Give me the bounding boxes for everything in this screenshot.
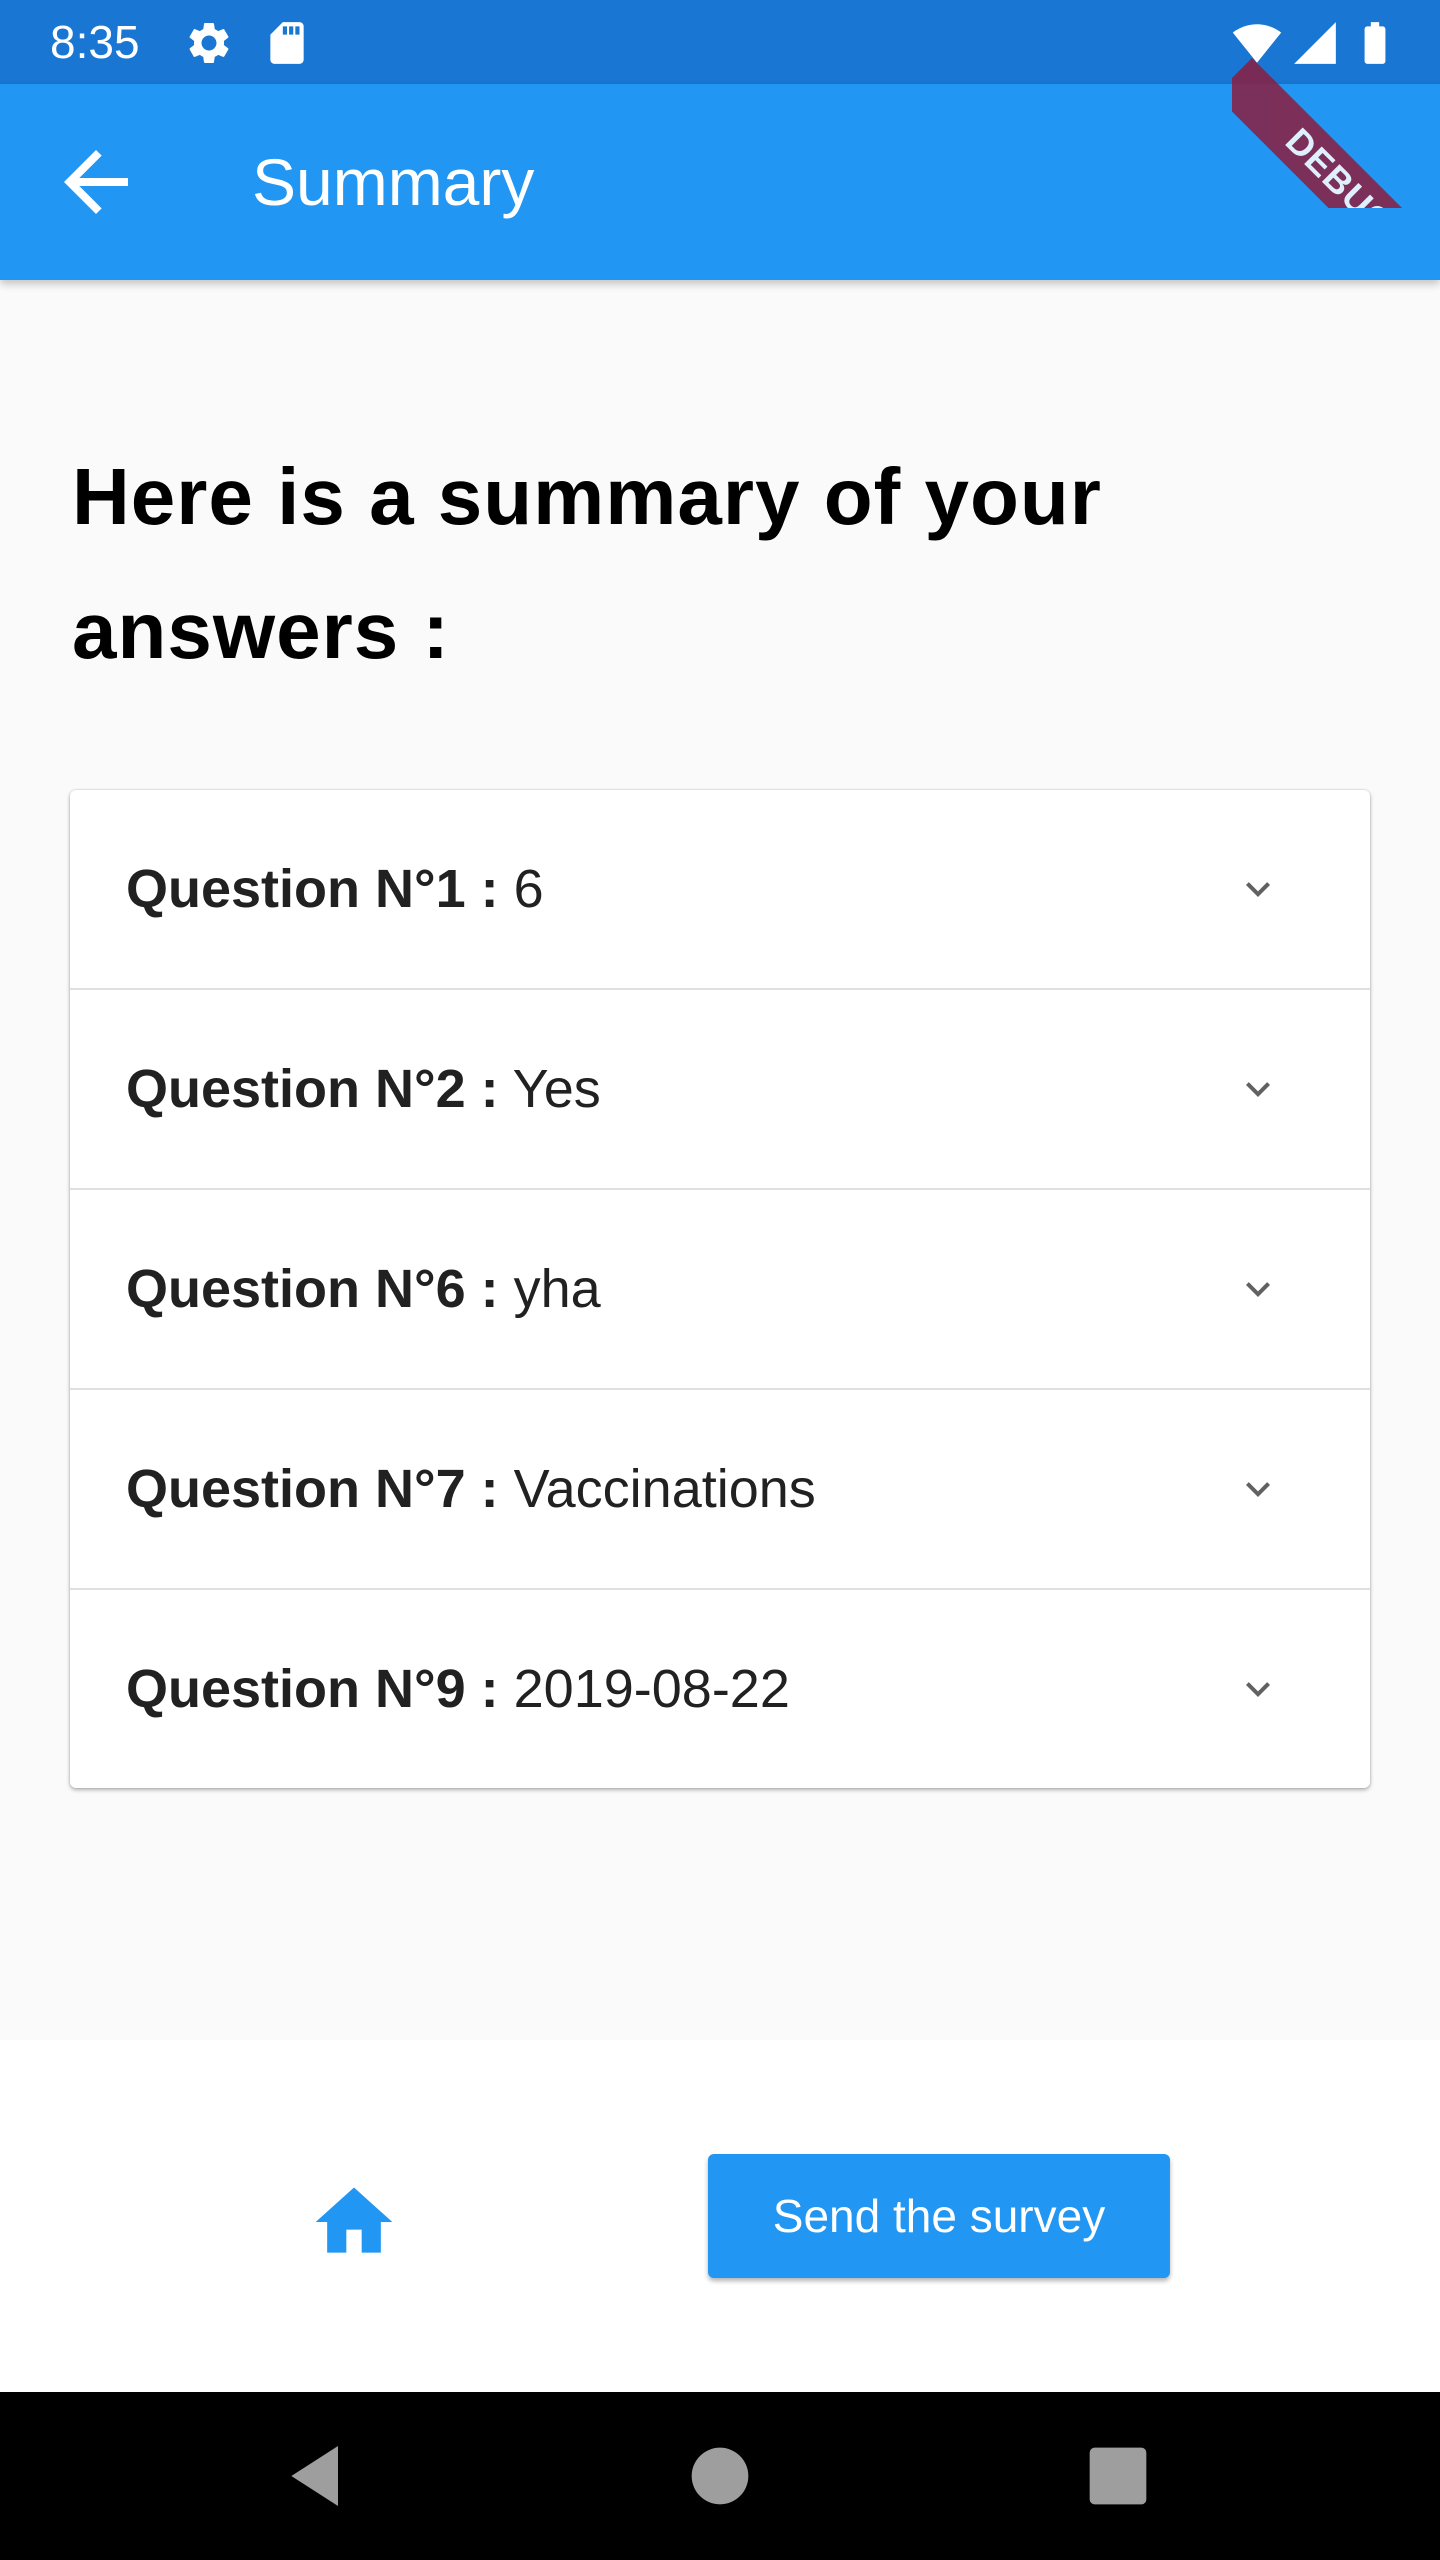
- answer-row-text: Question N°9 : 2019-08-22: [126, 1590, 790, 1788]
- screen: 8:35 DEBUG Summary Here is a summary of …: [0, 0, 1440, 2560]
- question-label: Question N°9 :: [126, 1659, 499, 1719]
- question-label: Question N°1 :: [126, 859, 499, 919]
- answer-value: 6: [513, 859, 544, 919]
- answer-panel-question-1[interactable]: Question N°1 : 6: [70, 790, 1370, 990]
- status-bar: 8:35: [0, 0, 1440, 84]
- answer-value: yha: [513, 1259, 601, 1319]
- home-icon: [315, 2187, 393, 2253]
- arrow-back-icon: [64, 150, 128, 214]
- chevron-down-icon[interactable]: [1234, 1665, 1282, 1713]
- chevron-down-icon[interactable]: [1234, 1265, 1282, 1313]
- back-triangle-icon[interactable]: [278, 2436, 358, 2516]
- sd-card-icon: [262, 18, 312, 68]
- gear-icon: [184, 18, 234, 68]
- answer-row-text: Question N°7 : Vaccinations: [126, 1390, 816, 1588]
- answers-expansion-list: Question N°1 : 6 Question N°2 : Yes Ques…: [70, 790, 1370, 1788]
- send-survey-button[interactable]: Send the survey: [708, 2154, 1170, 2278]
- question-label: Question N°7 :: [126, 1459, 499, 1519]
- cell-signal-icon: [1290, 18, 1340, 68]
- answer-row-text: Question N°2 : Yes: [126, 990, 601, 1188]
- answer-row-text: Question N°6 : yha: [126, 1190, 601, 1388]
- answer-row-text: Question N°1 : 6: [126, 790, 544, 988]
- bottom-action-bar: Send the survey: [0, 2040, 1440, 2392]
- answer-value: Yes: [512, 1059, 601, 1119]
- chevron-down-icon[interactable]: [1234, 1065, 1282, 1113]
- answer-value: 2019-08-22: [513, 1659, 790, 1719]
- home-circle-icon[interactable]: [680, 2436, 760, 2516]
- answer-panel-question-6[interactable]: Question N°6 : yha: [70, 1190, 1370, 1390]
- app-bar: Summary: [0, 84, 1440, 280]
- question-label: Question N°6 :: [126, 1259, 499, 1319]
- system-nav-bar: [0, 2392, 1440, 2560]
- status-time: 8:35: [50, 16, 140, 68]
- chevron-down-icon[interactable]: [1234, 1465, 1282, 1513]
- home-button[interactable]: [308, 2176, 400, 2268]
- wifi-icon: [1232, 18, 1282, 68]
- battery-icon: [1350, 18, 1400, 68]
- answer-panel-question-7[interactable]: Question N°7 : Vaccinations: [70, 1390, 1370, 1590]
- chevron-down-icon[interactable]: [1234, 865, 1282, 913]
- answer-panel-question-9[interactable]: Question N°9 : 2019-08-22: [70, 1590, 1370, 1788]
- answer-panel-question-2[interactable]: Question N°2 : Yes: [70, 990, 1370, 1190]
- page-title: Summary: [252, 145, 535, 219]
- question-label: Question N°2 :: [126, 1059, 499, 1119]
- main-content[interactable]: Here is a summary of your answers : Ques…: [0, 280, 1440, 2040]
- summary-heading: Here is a summary of your answers :: [72, 452, 1102, 675]
- recents-square-icon[interactable]: [1078, 2436, 1158, 2516]
- back-button[interactable]: [48, 134, 144, 230]
- answer-value: Vaccinations: [513, 1459, 816, 1519]
